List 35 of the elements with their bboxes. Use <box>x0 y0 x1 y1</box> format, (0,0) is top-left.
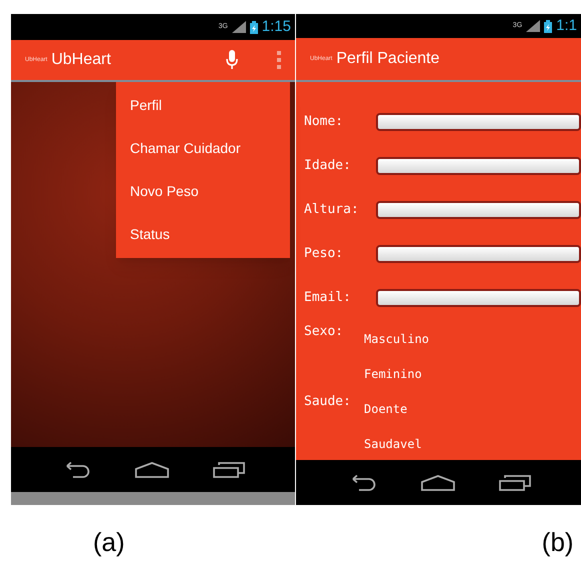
clock-time: 1:15 <box>262 16 291 37</box>
clock-time: 1:1 <box>556 16 577 36</box>
home-icon[interactable] <box>135 462 169 478</box>
field-label: Saude: <box>304 393 352 411</box>
field-label: Altura: <box>304 201 360 220</box>
screen-title: Perfil Paciente <box>336 49 441 69</box>
menu-item[interactable]: Perfil <box>116 84 290 127</box>
menu-item[interactable]: Novo Peso <box>116 170 290 213</box>
signal-icon <box>526 20 540 32</box>
signal-icon <box>232 21 246 33</box>
battery-icon <box>544 20 552 32</box>
figure-caption: (a) <box>93 527 125 557</box>
menu-item[interactable]: Status <box>116 213 290 256</box>
field-label: Email: <box>304 289 352 308</box>
recent-apps-icon[interactable] <box>213 462 245 478</box>
option-text[interactable]: Doente <box>364 390 422 425</box>
text-input-field[interactable] <box>376 157 581 175</box>
microphone-icon[interactable] <box>226 50 238 70</box>
field-label: Idade: <box>304 157 352 176</box>
option-text[interactable]: Masculino <box>364 320 430 355</box>
text-input-field[interactable] <box>376 289 581 307</box>
menu-item[interactable]: Chamar Cuidador <box>116 127 290 170</box>
text-input-field[interactable] <box>376 201 581 219</box>
option-text[interactable]: Feminino <box>364 355 430 390</box>
option-text[interactable]: Saudavel <box>364 425 422 460</box>
field-label: Peso: <box>304 245 344 264</box>
field-label: Nome: <box>304 113 344 132</box>
text-input-field[interactable] <box>376 113 581 131</box>
text-input-field[interactable] <box>376 245 581 263</box>
home-icon[interactable] <box>420 474 454 490</box>
battery-icon <box>250 20 258 34</box>
field-label: Sexo: <box>304 323 344 341</box>
recent-apps-icon[interactable] <box>498 474 530 490</box>
figure-caption: (b) <box>542 527 574 557</box>
screen-title: UbHeart <box>51 50 112 70</box>
